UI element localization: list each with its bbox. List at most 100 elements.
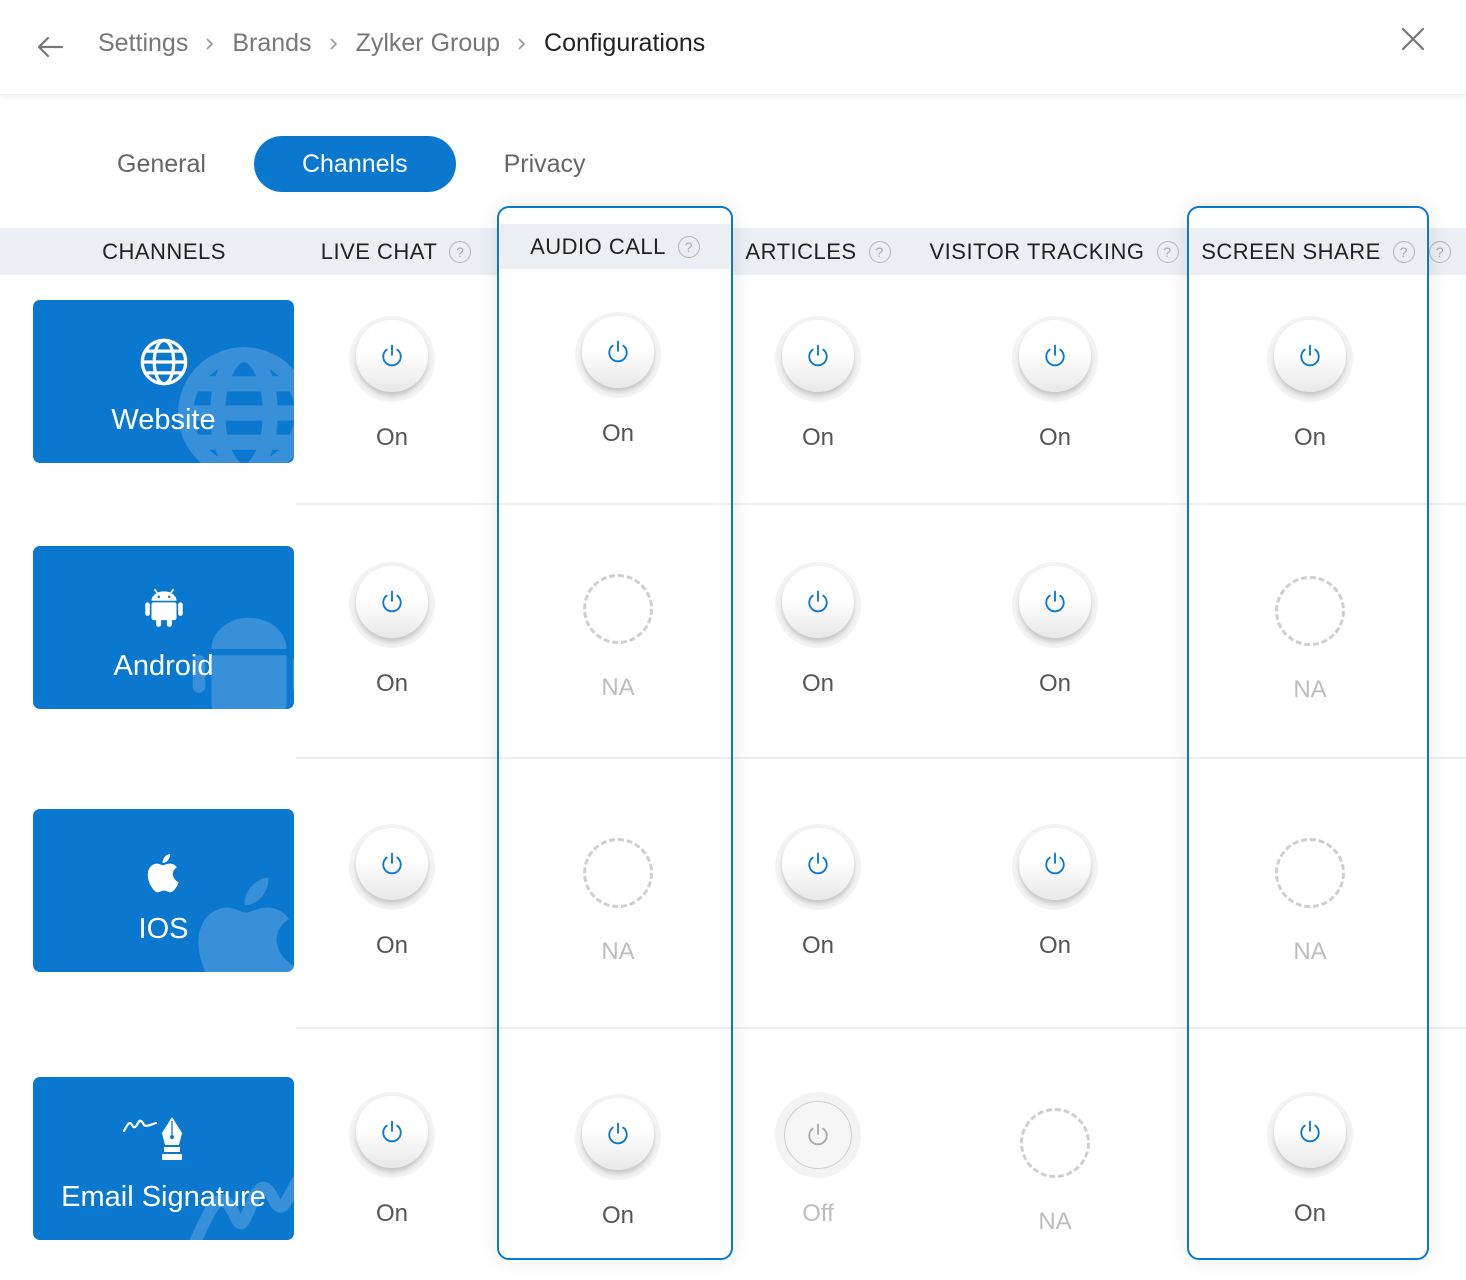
pen-signature-icon — [123, 1117, 183, 1160]
toggle-cell-email-signature-articles: Off — [738, 1092, 898, 1232]
toggle-cell-android-live-chat: On — [312, 562, 472, 702]
toggle-status-label: On — [801, 932, 834, 959]
arrow-left-icon — [37, 36, 64, 58]
power-icon — [382, 852, 402, 875]
channel-card-android[interactable]: Android — [33, 546, 294, 709]
power-toggle-face — [582, 316, 654, 388]
toggle-cell-android-visitor-tracking: On — [975, 562, 1135, 702]
help-icon[interactable]: ? — [868, 240, 891, 263]
breadcrumb-settings[interactable]: Settings — [98, 29, 188, 58]
power-icon — [1300, 1120, 1320, 1143]
toggle-cell-website-screen-share: On — [1230, 316, 1390, 456]
tab-privacy[interactable]: Privacy — [456, 136, 634, 192]
power-icon — [382, 590, 402, 613]
back-button[interactable] — [34, 30, 66, 62]
channel-label: Email Signature — [61, 1181, 266, 1213]
toggle-cell-website-visitor-tracking: On — [975, 316, 1135, 456]
power-toggle-face — [782, 828, 854, 900]
toggle-status-label: On — [801, 424, 834, 451]
toggle-status-label: On — [375, 932, 408, 959]
toggle-cell-website-live-chat: On — [312, 316, 472, 456]
power-toggle-button[interactable] — [775, 562, 861, 648]
power-icon — [808, 852, 828, 875]
toggle-status-label: On — [1038, 424, 1071, 451]
tab-bar: General Channels Privacy — [70, 136, 634, 192]
power-toggle-button[interactable] — [1012, 316, 1098, 402]
power-toggle-face — [356, 828, 428, 900]
toggle-status-label: Off — [802, 1200, 834, 1227]
power-icon — [1045, 344, 1065, 367]
breadcrumb: Settings Brands Zylker Group Configurati… — [98, 29, 705, 58]
power-toggle-button[interactable] — [349, 824, 435, 910]
power-icon — [808, 1123, 828, 1146]
toggle-cell-ios-visitor-tracking: On — [975, 824, 1135, 964]
toggle-status-label: On — [1038, 670, 1071, 697]
power-toggle-face — [784, 1101, 852, 1169]
toggle-status-label: NA — [601, 938, 635, 965]
apple-icon — [147, 854, 179, 893]
breadcrumb-brands[interactable]: Brands — [232, 29, 311, 58]
help-icon[interactable]: ? — [677, 235, 700, 258]
tab-general[interactable]: General — [70, 136, 254, 192]
power-toggle-button[interactable] — [575, 312, 661, 398]
toggle-cell-email-signature-audio-call: On — [538, 1094, 698, 1234]
channel-card-email-signature[interactable]: Email Signature — [33, 1077, 294, 1240]
column-header-label: LIVE CHAT — [320, 238, 438, 264]
na-placeholder-icon — [583, 838, 653, 908]
power-toggle-button[interactable] — [349, 1092, 435, 1178]
apple-watermark-icon — [198, 877, 294, 972]
power-toggle-face — [1274, 1096, 1346, 1168]
power-icon — [808, 590, 828, 613]
toggle-status-label: NA — [601, 674, 635, 701]
toggle-status-label: On — [375, 1200, 408, 1227]
toggle-status-label: On — [375, 670, 408, 697]
chevron-right-icon — [329, 37, 337, 50]
power-toggle-button[interactable] — [1012, 562, 1098, 648]
power-icon — [608, 1122, 628, 1145]
na-placeholder-icon — [1275, 576, 1345, 646]
power-icon — [608, 340, 628, 363]
column-header-label: VISITOR TRACKING — [929, 238, 1145, 264]
toggle-cell-email-signature-visitor-tracking: NA — [975, 1100, 1135, 1240]
column-header-label: ARTICLES — [745, 238, 857, 264]
toggle-cell-android-audio-call: NA — [538, 566, 698, 706]
help-icon[interactable]: ? — [1156, 240, 1179, 263]
power-toggle-button[interactable] — [775, 824, 861, 910]
power-toggle-button[interactable] — [349, 316, 435, 402]
power-toggle-button[interactable] — [775, 1092, 861, 1178]
toggle-cell-android-articles: On — [738, 562, 898, 702]
toggle-cell-ios-screen-share: NA — [1230, 830, 1390, 970]
channel-card-ios[interactable]: IOS — [33, 809, 294, 972]
power-toggle-face — [356, 320, 428, 392]
toggle-status-label: On — [601, 420, 634, 447]
toggle-status-label: On — [1293, 424, 1326, 451]
power-toggle-button[interactable] — [1267, 316, 1353, 402]
column-header-articles: ARTICLES ? — [736, 228, 900, 275]
power-toggle-face — [582, 1098, 654, 1170]
power-toggle-face — [1019, 828, 1091, 900]
power-toggle-button[interactable] — [1012, 824, 1098, 910]
toggle-cell-android-screen-share: NA — [1230, 568, 1390, 708]
power-toggle-button[interactable] — [775, 316, 861, 402]
channel-label: Website — [111, 404, 216, 436]
power-toggle-button[interactable] — [575, 1094, 661, 1180]
close-icon — [1401, 27, 1425, 51]
help-icon[interactable]: ? — [1429, 240, 1451, 263]
help-icon[interactable]: ? — [449, 240, 472, 263]
power-toggle-face — [782, 566, 854, 638]
help-icon[interactable]: ? — [1392, 240, 1415, 263]
globe-watermark-icon — [178, 347, 294, 463]
breadcrumb-zylker-group[interactable]: Zylker Group — [356, 29, 500, 58]
column-header-label: SCREEN SHARE — [1201, 238, 1381, 264]
power-toggle-button[interactable] — [349, 562, 435, 648]
toggle-status-label: On — [801, 670, 834, 697]
channel-card-website[interactable]: Website — [33, 300, 294, 463]
power-toggle-face — [356, 566, 428, 638]
toggle-cell-ios-articles: On — [738, 824, 898, 964]
close-button[interactable] — [1396, 22, 1430, 56]
na-placeholder-icon — [583, 574, 653, 644]
channel-label: Android — [113, 650, 214, 682]
power-icon — [382, 1120, 402, 1143]
power-toggle-button[interactable] — [1267, 1092, 1353, 1178]
tab-channels[interactable]: Channels — [253, 136, 456, 192]
